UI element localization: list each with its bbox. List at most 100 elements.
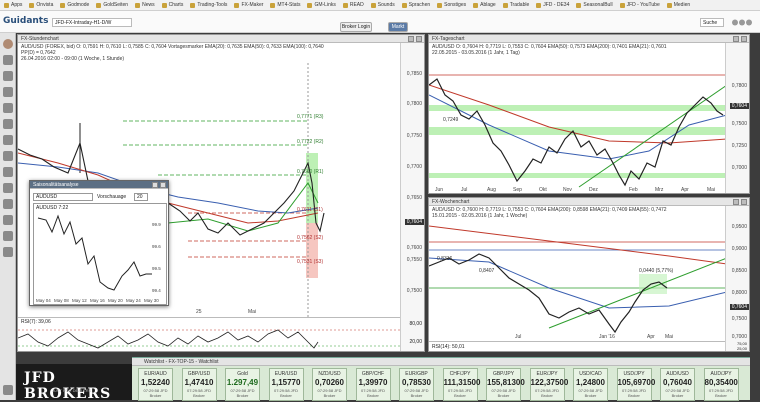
watchlist-tile[interactable]: USD/CAD 1,24800 07:29:58 JFD Broker — [573, 368, 608, 401]
folder-icon — [161, 2, 167, 8]
bookmark-item[interactable]: JFD - DE34 — [536, 2, 569, 8]
bookmark-item[interactable]: Sounds — [370, 2, 395, 8]
search-input[interactable]: Suche — [700, 18, 724, 27]
weekly-rsi-pane[interactable]: RSI(14): 50,01 — [429, 341, 727, 351]
watchlist-tile[interactable]: AUD/JPY 80,35400 07:29:58 JFD Broker — [703, 368, 739, 401]
bookmark-item[interactable]: Trading-Tools — [190, 2, 227, 8]
bookmark-item[interactable]: News — [135, 2, 155, 8]
guidants-logo[interactable]: Guidants — [3, 16, 48, 26]
bookmark-item[interactable]: GoldSeiten — [96, 2, 128, 8]
bookmark-item[interactable]: Ablage — [473, 2, 496, 8]
broker-login-button[interactable]: Broker Login — [340, 22, 372, 32]
panel-close-icon[interactable] — [741, 199, 747, 205]
seasonality-y-label: 99.5 — [152, 266, 161, 271]
level-label-s3: 0,7531 (S3) — [297, 259, 323, 265]
seasonality-x-label: May 30 — [144, 298, 159, 303]
bookmark-item[interactable]: Tradable — [502, 2, 529, 8]
bookmark-item[interactable]: Charts — [161, 2, 183, 8]
daily-trend-line — [578, 84, 727, 188]
bookmark-item[interactable]: MT4-Stats — [270, 2, 300, 8]
mini-minimize-icon[interactable] — [152, 182, 158, 188]
bookmark-item[interactable]: Sonstiges — [437, 2, 466, 8]
news-icon[interactable] — [3, 103, 13, 113]
watchlist-tile[interactable]: GBP/USD 1,47410 07:29:58 JFD Broker — [181, 368, 217, 401]
weekly-chart-panel[interactable]: FX-Wochenchart AUD/USD O: 0,7600 H: 0,77… — [428, 197, 750, 352]
measure-box-label: 0,0440 (5,77%) — [639, 268, 674, 274]
watchlist-tile[interactable]: USD/JPY 105,69700 07:29:58 JFD Broker — [616, 368, 655, 401]
rsi-line — [18, 329, 319, 349]
tile-price: 1,52240 — [141, 378, 170, 387]
bookmark-item[interactable]: READ — [342, 2, 364, 8]
watchlist-tile[interactable]: EUR/USD 1,15770 07:29:58 JFD Broker — [268, 368, 304, 401]
filter-icon[interactable] — [3, 183, 13, 193]
bookmark-item[interactable]: Onvista — [29, 2, 53, 8]
market-button[interactable]: Markt — [388, 22, 408, 32]
bookmark-item[interactable]: Godmode — [60, 2, 89, 8]
watchlist-tile[interactable]: EUR/AUD 1,52240 07:29:58 JFD Broker — [138, 368, 173, 401]
panel-maximize-icon[interactable] — [408, 36, 414, 42]
bookmark-item[interactable]: GM-Links — [307, 2, 336, 8]
watchlist-tile[interactable]: GBP/JPY 155,81300 07:29:58 JFD Broker — [486, 368, 525, 401]
watchlist-panel[interactable]: Watchlist - FX-TOP-15 - Watchlist EUR/AU… — [132, 357, 750, 401]
bell-icon[interactable] — [3, 135, 13, 145]
seasonality-window[interactable]: Saisonalitätsanalyse AUDUSD Vorschauage … — [29, 180, 169, 306]
hourly-rsi-pane[interactable]: RSI(7): 39,06 — [18, 317, 402, 351]
screen-icon[interactable] — [3, 151, 13, 161]
chart-icon[interactable] — [3, 87, 13, 97]
tile-symbol: GBP/USD — [187, 371, 211, 377]
daily-x-label: Okt — [539, 187, 547, 193]
calendar-icon[interactable] — [3, 167, 13, 177]
panel-close-icon[interactable] — [741, 36, 747, 42]
daily-x-label: Nov — [563, 187, 572, 193]
settings-icon[interactable] — [3, 199, 13, 209]
bookmark-label: JFD - DE34 — [543, 2, 570, 8]
hourly-price-axis[interactable]: 0,7850 0,7800 0,7750 0,7700 0,7650 0,760… — [400, 43, 424, 351]
weekly-price-axis[interactable]: 0,9500 0,9000 0,8500 0,8000 0,7604 0,750… — [725, 206, 749, 351]
weekly-price-plot[interactable]: 0,0440 (5,77%) 0,8316 0,8407 Jul Jan '16… — [429, 218, 727, 340]
workspace-selector[interactable]: JFD-FX-Intraday-H1-D/W — [52, 18, 132, 27]
rsi-plot — [18, 329, 402, 349]
panel-maximize-icon[interactable] — [733, 36, 739, 42]
bookmark-item[interactable]: Sprachen — [401, 2, 430, 8]
daily-price-plot[interactable]: 0,7249 Jun Jul Aug Sep Okt Nov Dez Feb M… — [429, 55, 727, 193]
watchlist-tile[interactable]: Gold 1.297,49 07:29:58 JFD Broker — [225, 368, 260, 401]
daily-price-axis[interactable]: 0,7800 0,7604 0,7500 0,7250 0,7000 — [725, 43, 749, 193]
seasonality-x-label: May 08 — [54, 298, 69, 303]
watchlist-tile[interactable]: AUD/USD 0,76040 07:29:58 JFD Broker — [660, 368, 695, 401]
list-icon[interactable] — [3, 119, 13, 129]
folder-icon — [619, 2, 625, 8]
grid-icon[interactable] — [3, 55, 13, 65]
axis-label: 0,7500 — [731, 121, 747, 127]
bookmark-label: JFD - YouTube — [626, 2, 660, 8]
bookmark-label: GoldSeiten — [103, 2, 129, 8]
bookmark-item[interactable]: Apps — [4, 2, 22, 8]
user-icon[interactable] — [3, 71, 13, 81]
jfd-logo-text: JFD BROKERS — [24, 370, 112, 402]
watchlist-tile[interactable]: NZD/USD 0,70260 07:29:58 JFD Broker — [312, 368, 347, 401]
mini-close-icon[interactable] — [160, 182, 166, 188]
watchlist-tile[interactable]: GBP/CHF 1,39970 07:29:58 JFD Broker — [355, 368, 391, 401]
bookmark-item[interactable]: FX-Maker — [234, 2, 263, 8]
watchlist-tile[interactable]: CHF/JPY 111,31500 07:29:58 JFD Broker — [442, 368, 480, 401]
bookmark-item[interactable]: SeasonalBull — [576, 2, 613, 8]
avatar-icon[interactable] — [3, 39, 13, 49]
folder-icon[interactable] — [3, 231, 13, 241]
help-icon[interactable] — [3, 385, 13, 395]
tile-timestamp: 07:29:58 JFD Broker — [230, 388, 255, 398]
panel-close-icon[interactable] — [416, 36, 422, 42]
bookmark-label: Ablage — [480, 2, 496, 8]
daily-chart-panel[interactable]: FX-Tageschart AUD/USD O: 0,7604 H: 0,771… — [428, 34, 750, 194]
watchlist-tile[interactable]: EUR/GBP 0,78530 07:29:58 JFD Broker — [399, 368, 434, 401]
star-icon[interactable] — [3, 247, 13, 257]
bookmark-item[interactable]: Medien — [666, 2, 690, 8]
mode-value-input[interactable]: 20 — [134, 193, 148, 201]
bookmark-item[interactable]: JFD - YouTube — [619, 2, 660, 8]
symbol-select[interactable]: AUDUSD — [33, 193, 93, 201]
seasonality-plot: May 04 May 08 May 12 May 16 May 20 May 2… — [36, 214, 161, 303]
level-label-s1: 0,7611 (S1) — [297, 207, 323, 213]
bookmarks-bar: Apps Onvista Godmode GoldSeiten News Charts Tr… — [0, 0, 760, 11]
watchlist-tile[interactable]: EUR/JPY 122,37500 07:29:58 JFD Broker — [529, 368, 568, 401]
chat-icon[interactable] — [3, 215, 13, 225]
folder-icon — [270, 2, 276, 8]
panel-maximize-icon[interactable] — [733, 199, 739, 205]
